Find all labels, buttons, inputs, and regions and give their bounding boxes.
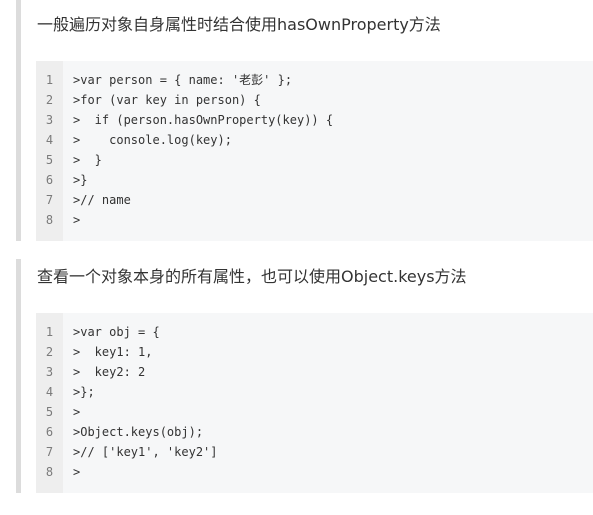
code-text: >Object.keys(obj);	[73, 425, 204, 439]
code-block: 1 >var person = { name: '老彭' }; 2 >for (va…	[36, 61, 593, 241]
code-text: > }	[73, 153, 102, 167]
code-text: >for (var key in person) {	[73, 93, 261, 107]
code-text: >}	[73, 173, 88, 187]
line-number: 7	[45, 445, 54, 459]
line-number: 2	[45, 93, 54, 107]
code-text: >var person = { name: '老彭' };	[73, 73, 293, 87]
line-number: 7	[45, 193, 54, 207]
section-heading: 查看一个对象本身的所有属性，也可以使用Object.keys方法	[37, 267, 467, 286]
code-text: >	[73, 213, 81, 227]
code-text: > key2: 2	[73, 365, 146, 379]
code-text: >// ['key1', 'key2']	[73, 445, 218, 459]
code-text: > console.log(key);	[73, 133, 232, 147]
code-text: >};	[73, 385, 95, 399]
line-number: 1	[45, 325, 54, 339]
line-number: 2	[45, 345, 54, 359]
line-number: 3	[45, 365, 54, 379]
line-number: 3	[45, 113, 54, 127]
line-number: 4	[45, 133, 54, 147]
line-number: 1	[45, 73, 54, 87]
blockquote-object-keys: 查看一个对象本身的所有属性，也可以使用Object.keys方法 1 >var o…	[16, 259, 593, 493]
section-heading: 一般遍历对象自身属性时结合使用hasOwnProperty方法	[37, 15, 441, 34]
line-number: 6	[45, 425, 54, 439]
line-number: 8	[45, 465, 54, 479]
line-number: 5	[45, 153, 54, 167]
line-number: 4	[45, 385, 54, 399]
line-number: 6	[45, 173, 54, 187]
code-text: >// name	[73, 193, 131, 207]
code-text: >	[73, 465, 81, 479]
line-number: 8	[45, 213, 54, 227]
code-text: > key1: 1,	[73, 345, 153, 359]
code-text: >	[73, 405, 81, 419]
code-block: 1 >var obj = { 2 > key1: 1, 3 > key2: 2 4 >}…	[36, 313, 593, 493]
code-text: > if (person.hasOwnProperty(key)) {	[73, 113, 334, 127]
blockquote-hasownproperty: 一般遍历对象自身属性时结合使用hasOwnProperty方法 1 >var pe…	[16, 0, 593, 241]
code-text: >var obj = {	[73, 325, 160, 339]
line-number: 5	[45, 405, 54, 419]
